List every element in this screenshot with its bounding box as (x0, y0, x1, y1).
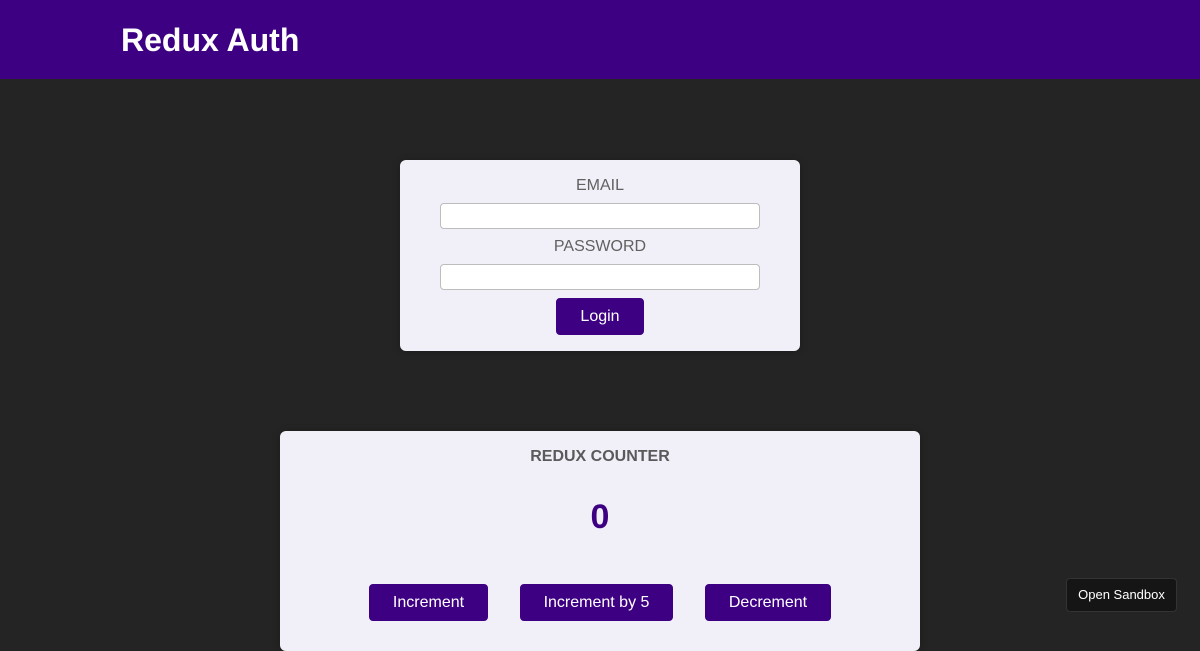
password-label: PASSWORD (553, 238, 647, 255)
email-label: EMAIL (575, 177, 624, 194)
counter-value: 0 (590, 498, 610, 536)
auth-card: EMAIL PASSWORD Login (400, 160, 800, 351)
email-input[interactable] (440, 203, 760, 229)
counter-card: REDUX COUNTER 0 Increment Increment by 5… (280, 431, 920, 651)
login-button[interactable]: Login (556, 298, 644, 335)
open-sandbox-button[interactable]: Open Sandbox (1066, 578, 1177, 612)
decrement-button[interactable]: Decrement (705, 584, 831, 621)
increment-by-5-button[interactable]: Increment by 5 (520, 584, 673, 621)
app-header: Redux Auth (0, 0, 1200, 79)
password-input[interactable] (440, 264, 760, 290)
counter-title: REDUX COUNTER (530, 448, 670, 465)
app-title: Redux Auth (121, 22, 300, 58)
increment-button[interactable]: Increment (369, 584, 488, 621)
